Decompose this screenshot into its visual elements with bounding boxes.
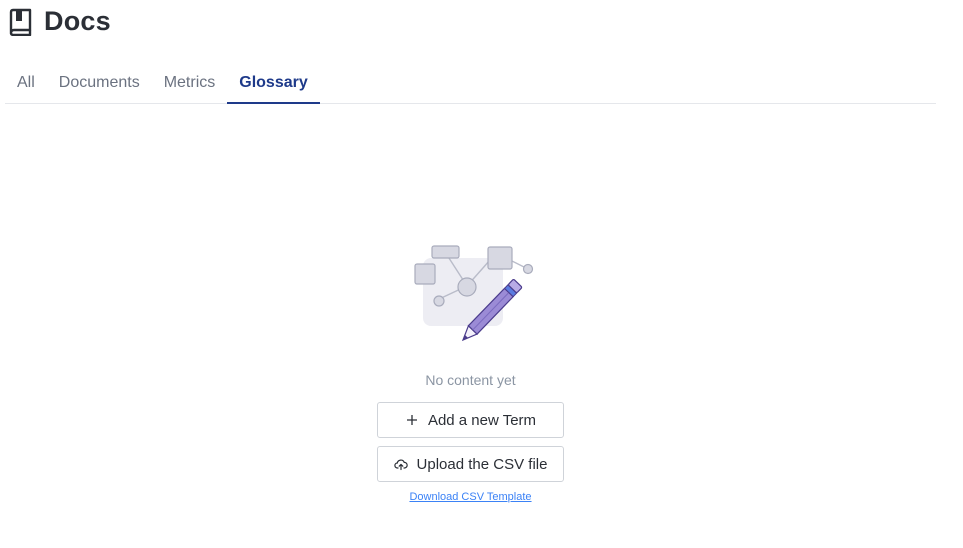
cloud-upload-icon xyxy=(393,457,408,471)
page-header: Docs xyxy=(8,6,111,37)
book-icon xyxy=(8,8,34,36)
empty-state-message: No content yet xyxy=(425,372,516,388)
tab-metrics[interactable]: Metrics xyxy=(152,62,228,103)
tab-bar: All Documents Metrics Glossary xyxy=(5,62,936,104)
tab-label: Metrics xyxy=(163,73,216,91)
tab-glossary[interactable]: Glossary xyxy=(227,62,321,104)
tab-label: Glossary xyxy=(239,73,308,91)
tab-all[interactable]: All xyxy=(5,62,47,103)
download-csv-template-link[interactable]: Download CSV Template xyxy=(409,491,531,503)
page-title: Docs xyxy=(44,6,111,36)
tab-label: All xyxy=(17,73,35,91)
tab-documents[interactable]: Documents xyxy=(47,62,152,103)
tab-label: Documents xyxy=(58,73,140,91)
add-term-button[interactable]: Add a new Term xyxy=(377,402,564,438)
diagram-with-pencil-illustration xyxy=(413,245,533,342)
plus-icon xyxy=(405,413,419,427)
empty-state: No content yet Add a new Term Upload the… xyxy=(0,240,941,503)
add-term-label: Add a new Term xyxy=(427,411,537,429)
upload-csv-button[interactable]: Upload the CSV file xyxy=(377,446,564,482)
upload-csv-label: Upload the CSV file xyxy=(416,455,548,473)
